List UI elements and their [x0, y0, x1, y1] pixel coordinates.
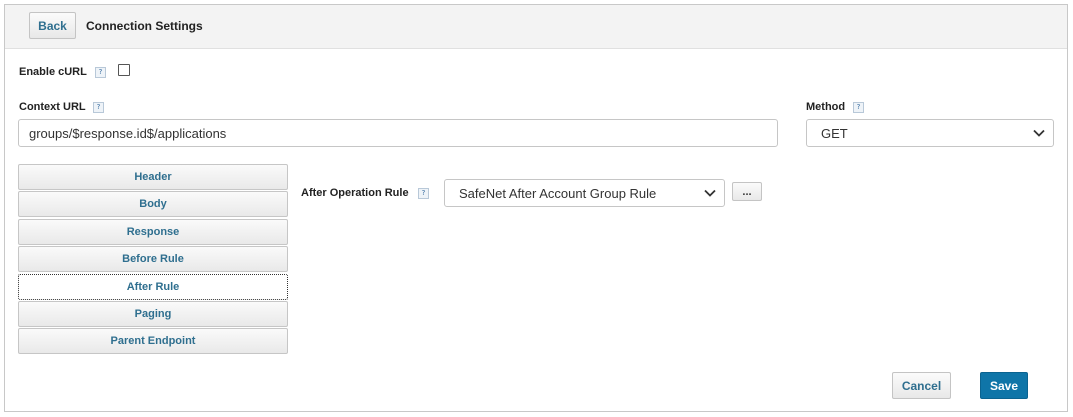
tab-paging[interactable]: Paging [18, 300, 288, 327]
help-icon[interactable]: ? [93, 102, 104, 113]
after-operation-rule-select[interactable]: SafeNet After Account Group Rule [444, 179, 725, 207]
settings-tab-list: Header Body Response Before Rule After R… [18, 164, 288, 356]
help-icon[interactable]: ? [95, 67, 106, 78]
cancel-button[interactable]: Cancel [892, 372, 951, 399]
tab-after-rule[interactable]: After Rule [18, 273, 288, 300]
connection-settings-panel: Back Connection Settings Enable cURL ? C… [4, 4, 1068, 412]
page-title: Connection Settings [86, 19, 203, 33]
method-select[interactable]: GET [806, 119, 1054, 147]
edit-rule-button[interactable]: ... [732, 182, 762, 201]
chevron-down-icon [704, 189, 716, 197]
after-operation-rule-label: After Operation Rule [301, 187, 409, 199]
tab-body[interactable]: Body [18, 191, 288, 218]
after-operation-rule-value: SafeNet After Account Group Rule [459, 185, 657, 201]
save-button[interactable]: Save [980, 372, 1028, 399]
method-label: Method [806, 101, 846, 113]
tab-parent-endpoint[interactable]: Parent Endpoint [18, 328, 288, 355]
panel-header: Back Connection Settings [5, 5, 1067, 49]
enable-curl-checkbox[interactable] [118, 64, 130, 76]
tab-header[interactable]: Header [18, 164, 288, 190]
context-url-label: Context URL [19, 101, 86, 113]
help-icon[interactable]: ? [853, 102, 864, 113]
tab-response[interactable]: Response [18, 218, 288, 245]
method-value: GET [821, 125, 848, 141]
enable-curl-label: Enable cURL [19, 66, 87, 78]
context-url-input[interactable] [18, 119, 778, 147]
help-icon[interactable]: ? [418, 188, 429, 199]
tab-before-rule[interactable]: Before Rule [18, 246, 288, 273]
chevron-down-icon [1033, 129, 1045, 137]
back-button[interactable]: Back [29, 12, 76, 39]
